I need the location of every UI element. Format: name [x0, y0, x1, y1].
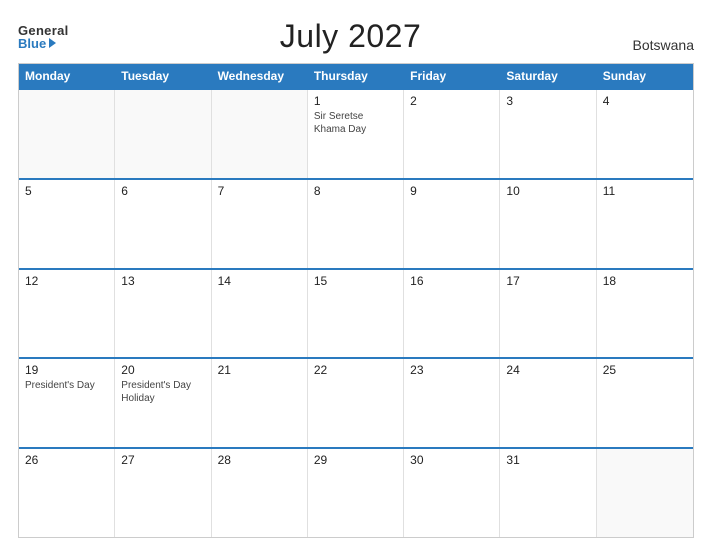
day-number: 6: [121, 184, 204, 198]
calendar-cell: 2: [404, 90, 500, 178]
calendar-cell: [597, 449, 693, 537]
calendar-cell: 14: [212, 270, 308, 358]
calendar-cell: 5: [19, 180, 115, 268]
calendar-cell: 21: [212, 359, 308, 447]
calendar-cell: 11: [597, 180, 693, 268]
day-number: 3: [506, 94, 589, 108]
calendar-header-cell: Thursday: [308, 64, 404, 88]
logo-general-text: General: [18, 24, 69, 37]
day-number: 16: [410, 274, 493, 288]
calendar-header: MondayTuesdayWednesdayThursdayFridaySatu…: [19, 64, 693, 88]
calendar-cell: 27: [115, 449, 211, 537]
calendar-cell: 9: [404, 180, 500, 268]
calendar-header-cell: Friday: [404, 64, 500, 88]
day-number: 14: [218, 274, 301, 288]
day-number: 28: [218, 453, 301, 467]
country-label: Botswana: [633, 37, 694, 55]
day-number: 10: [506, 184, 589, 198]
calendar-header-cell: Monday: [19, 64, 115, 88]
day-event: President's Day Holiday: [121, 380, 191, 404]
calendar-cell: 3: [500, 90, 596, 178]
day-event: Sir Seretse Khama Day: [314, 111, 366, 135]
calendar-week: 56789 10 11: [19, 178, 693, 268]
calendar-cell: [212, 90, 308, 178]
day-number: 7: [218, 184, 301, 198]
calendar-header-cell: Wednesday: [212, 64, 308, 88]
day-number: 18: [603, 274, 687, 288]
day-number: 13: [121, 274, 204, 288]
calendar-cell: 26: [19, 449, 115, 537]
calendar-cell: 31: [500, 449, 596, 537]
day-number: 11: [603, 184, 687, 198]
calendar-cell: 28: [212, 449, 308, 537]
calendar-cell: 15: [308, 270, 404, 358]
calendar-cell: 18: [597, 270, 693, 358]
day-number: 31: [506, 453, 589, 467]
calendar-header-cell: Saturday: [500, 64, 596, 88]
calendar-week: 19 President's Day 20 President's Day Holid…: [19, 357, 693, 447]
calendar-cell: 30: [404, 449, 500, 537]
day-number: 12: [25, 274, 108, 288]
calendar-cell: 22: [308, 359, 404, 447]
calendar-week: 1 Sir Seretse Khama Day 234: [19, 88, 693, 178]
calendar-cell: 10: [500, 180, 596, 268]
calendar-cell: 6: [115, 180, 211, 268]
calendar-cell: 23: [404, 359, 500, 447]
day-number: 27: [121, 453, 204, 467]
calendar-cell: [115, 90, 211, 178]
header: General Blue July 2027 Botswana: [18, 18, 694, 55]
day-number: 2: [410, 94, 493, 108]
day-number: 17: [506, 274, 589, 288]
logo-blue-text: Blue: [18, 37, 69, 50]
calendar-cell: 12: [19, 270, 115, 358]
calendar-body: 1Sir Seretse Khama Day234567891011121314…: [19, 88, 693, 537]
day-number: 24: [506, 363, 589, 377]
calendar-cell: 25: [597, 359, 693, 447]
day-number: 26: [25, 453, 108, 467]
day-number: 21: [218, 363, 301, 377]
calendar-cell: 29: [308, 449, 404, 537]
day-number: 15: [314, 274, 397, 288]
calendar-cell: 1 Sir Seretse Khama Day: [308, 90, 404, 178]
calendar-cell: 19 President's Day: [19, 359, 115, 447]
calendar-title: July 2027: [280, 18, 421, 55]
logo-triangle-icon: [49, 38, 56, 48]
day-number: 4: [603, 94, 687, 108]
day-number: 23: [410, 363, 493, 377]
calendar-cell: 24: [500, 359, 596, 447]
calendar-cell: 7: [212, 180, 308, 268]
calendar-week: 26 27 28 29 30 31: [19, 447, 693, 537]
day-number: 25: [603, 363, 687, 377]
calendar-cell: 4: [597, 90, 693, 178]
calendar-header-cell: Sunday: [597, 64, 693, 88]
calendar-cell: 13: [115, 270, 211, 358]
day-event: President's Day: [25, 380, 95, 391]
calendar-cell: 16: [404, 270, 500, 358]
day-number: 8: [314, 184, 397, 198]
day-number: 22: [314, 363, 397, 377]
day-number: 9: [410, 184, 493, 198]
calendar-cell: 20 President's Day Holiday: [115, 359, 211, 447]
day-number: 19: [25, 363, 108, 377]
page: General Blue July 2027 Botswana MondayTu…: [0, 0, 712, 550]
logo: General Blue: [18, 24, 69, 50]
day-number: 20: [121, 363, 204, 377]
calendar-cell: 17: [500, 270, 596, 358]
calendar-cell: 8: [308, 180, 404, 268]
calendar-cell: [19, 90, 115, 178]
calendar-header-cell: Tuesday: [115, 64, 211, 88]
day-number: 30: [410, 453, 493, 467]
day-number: 1: [314, 94, 397, 108]
day-number: 5: [25, 184, 108, 198]
calendar-week: 12 13 14 15 16 17 18: [19, 268, 693, 358]
day-number: 29: [314, 453, 397, 467]
calendar: MondayTuesdayWednesdayThursdayFridaySatu…: [18, 63, 694, 538]
